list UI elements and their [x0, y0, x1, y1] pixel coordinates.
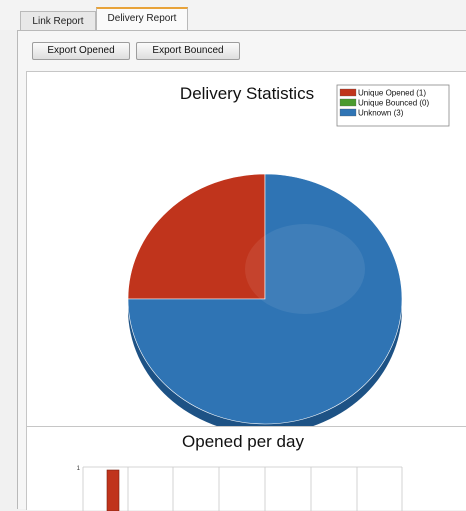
opened-per-day-chart: Opened per day 1 [26, 426, 466, 511]
legend-swatch-opened [339, 88, 357, 97]
bar-opened-day [106, 469, 120, 511]
pie-highlight [245, 224, 365, 314]
legend-label-bounced: Unique Bounced (0) [358, 99, 429, 108]
chart-title-opened-per-day: Opened per day [182, 432, 304, 451]
legend: Unique Opened (1) Unique Bounced (0) Unk… [336, 84, 450, 127]
legend-swatch-bounced [339, 98, 357, 107]
tab-link-report[interactable]: Link Report [20, 11, 96, 30]
bar-chart-svg: Opened per day 1 [77, 432, 403, 511]
chart-title: Delivery Statistics [180, 84, 314, 103]
pie-slices [127, 173, 403, 427]
tab-strip: Link Report Delivery Report [0, 0, 466, 31]
pie-chart-svg: Delivery Statistics Unique Opened (1) Un… [127, 84, 450, 427]
y-tick-label: 1 [77, 466, 81, 472]
delivery-statistics-chart: Delivery Statistics Unique Opened (1) Un… [26, 71, 466, 466]
pie-slice-opened [127, 173, 266, 300]
export-bounced-button[interactable]: Export Bounced [136, 42, 240, 60]
delivery-report-panel: Export Opened Export Bounced Delivery St… [17, 30, 466, 511]
legend-label-unknown: Unknown (3) [358, 109, 404, 118]
export-opened-button[interactable]: Export Opened [32, 42, 130, 60]
legend-swatch-unknown [339, 108, 357, 117]
legend-label-opened: Unique Opened (1) [358, 89, 426, 98]
bar-grid [82, 466, 403, 511]
tab-delivery-report[interactable]: Delivery Report [96, 7, 188, 31]
toolbar: Export Opened Export Bounced [18, 31, 466, 68]
